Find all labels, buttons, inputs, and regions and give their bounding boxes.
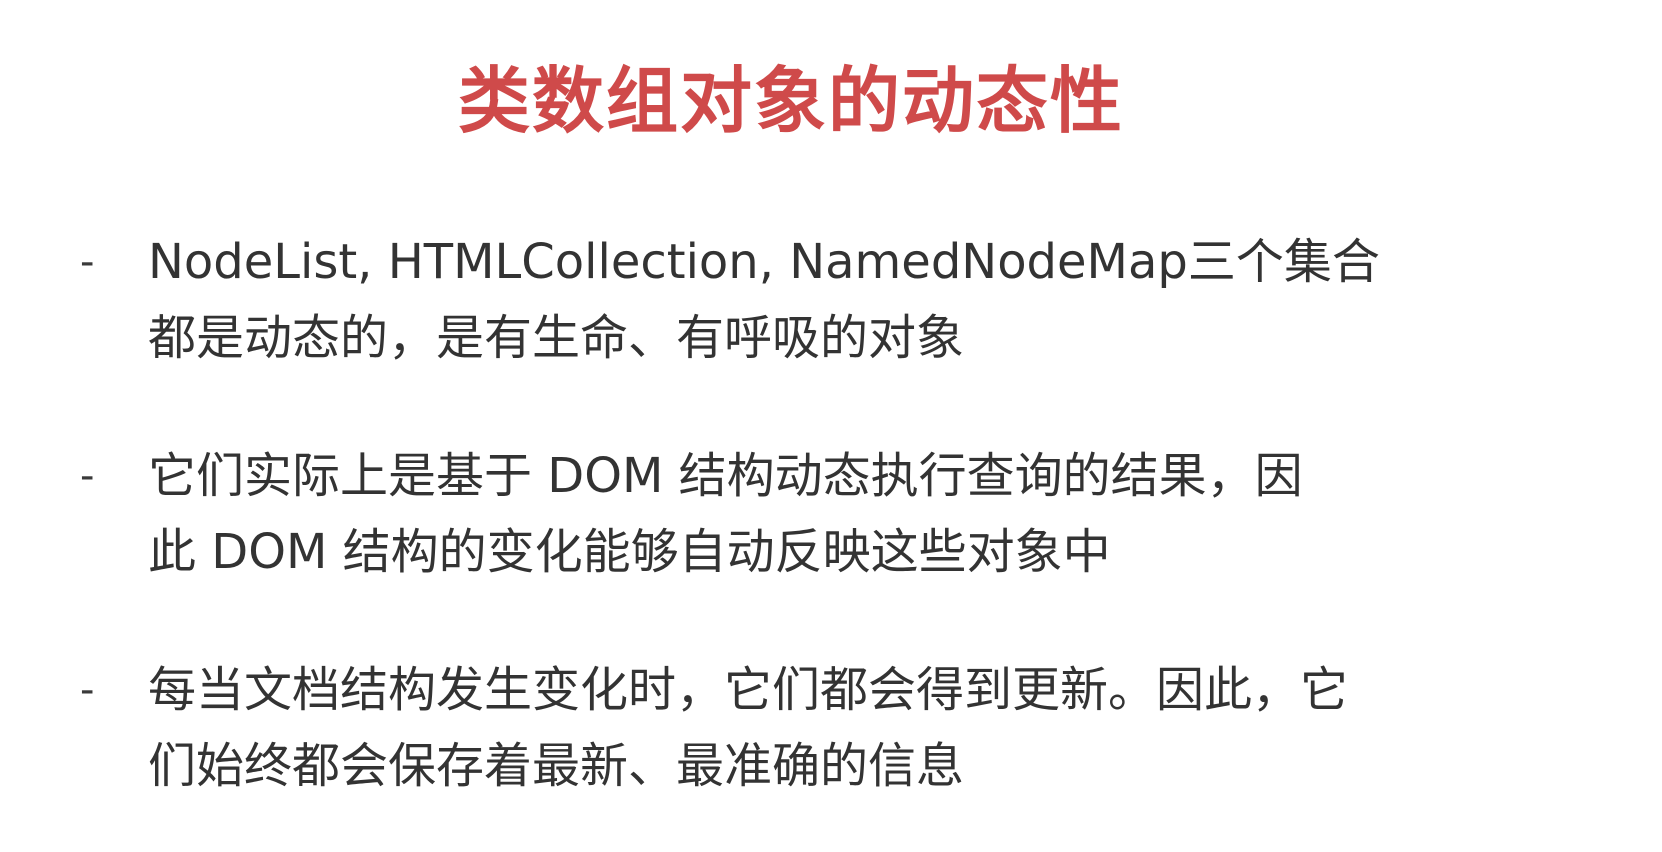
slide: 类数组对象的动态性 - NodeList, HTMLCollection, Na… — [0, 0, 1662, 852]
bullet-dash: - — [80, 667, 95, 713]
bullet-line: 它们实际上是基于 DOM 结构动态执行查询的结果，因 — [148, 448, 1303, 504]
bullet-dash: - — [80, 239, 95, 285]
bullet-item: - NodeList, HTMLCollection, NamedNodeMap… — [0, 208, 1662, 422]
slide-title: 类数组对象的动态性 — [457, 59, 1124, 143]
bullet-item: - 它们实际上是基于 DOM 结构动态执行查询的结果，因 此 DOM 结构的变化… — [0, 422, 1662, 636]
bullet-text: 它们实际上是基于 DOM 结构动态执行查询的结果，因 此 DOM 结构的变化能够… — [148, 438, 1488, 590]
bullet-text: NodeList, HTMLCollection, NamedNodeMap三个… — [148, 224, 1488, 376]
bullet-line: 们始终都会保存着最新、最准确的信息 — [148, 738, 965, 794]
bullet-line: 都是动态的，是有生命、有呼吸的对象 — [148, 310, 965, 366]
bullet-dash: - — [80, 453, 95, 499]
bullet-text: 每当文档结构发生变化时，它们都会得到更新。因此，它 们始终都会保存着最新、最准确… — [148, 652, 1488, 804]
bullet-line: NodeList, HTMLCollection, NamedNodeMap三个… — [148, 234, 1380, 290]
bullet-list: - NodeList, HTMLCollection, NamedNodeMap… — [0, 208, 1662, 850]
bullet-item: - 每当文档结构发生变化时，它们都会得到更新。因此，它 们始终都会保存着最新、最… — [0, 636, 1662, 850]
bullet-line: 每当文档结构发生变化时，它们都会得到更新。因此，它 — [148, 662, 1349, 718]
bullet-line: 此 DOM 结构的变化能够自动反映这些对象中 — [148, 524, 1111, 580]
